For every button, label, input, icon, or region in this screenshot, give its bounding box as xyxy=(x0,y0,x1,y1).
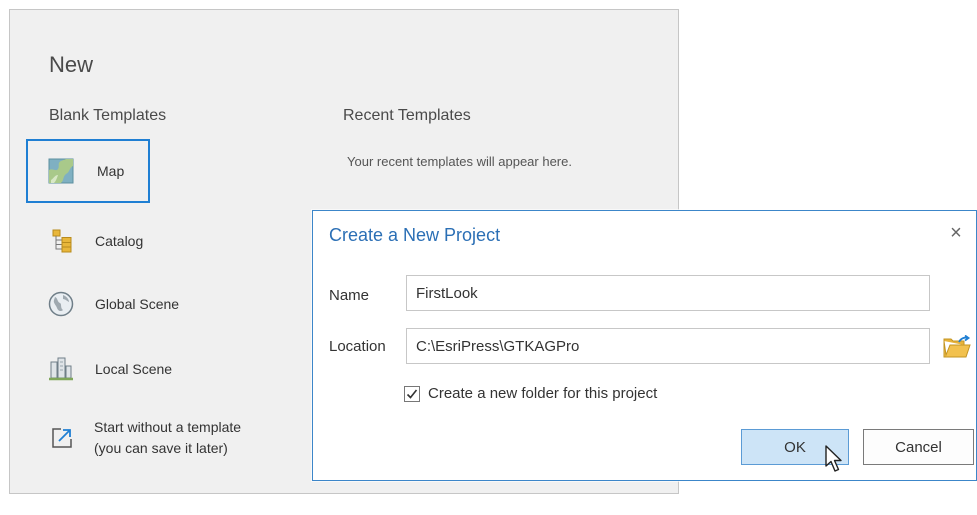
template-local-scene-label: Local Scene xyxy=(95,361,173,377)
location-field[interactable] xyxy=(406,328,930,364)
name-label: Name xyxy=(329,287,370,304)
cancel-button[interactable]: Cancel xyxy=(863,429,974,465)
checkmark-icon xyxy=(406,389,418,399)
create-folder-checkbox[interactable] xyxy=(404,385,420,402)
open-external-icon xyxy=(48,424,76,452)
close-icon[interactable]: × xyxy=(944,221,968,245)
template-catalog[interactable]: Catalog xyxy=(26,209,150,273)
template-map[interactable]: Map xyxy=(26,139,150,203)
create-folder-label: Create a new folder for this project xyxy=(428,385,658,402)
template-map-label: Map xyxy=(97,163,125,179)
ok-button[interactable]: OK xyxy=(741,429,849,465)
template-local-scene[interactable]: Local Scene xyxy=(26,337,172,401)
recent-templates-empty-message: Your recent templates will appear here. xyxy=(347,154,572,169)
template-global-scene-label: Global Scene xyxy=(95,296,180,312)
local-scene-icon xyxy=(47,355,75,383)
dialog-title: Create a New Project xyxy=(329,225,501,245)
panel-title: New xyxy=(49,52,94,77)
template-global-scene[interactable]: Global Scene xyxy=(26,272,179,336)
catalog-icon xyxy=(48,227,76,255)
globe-icon xyxy=(47,290,75,318)
template-catalog-label: Catalog xyxy=(95,233,144,249)
start-without-template[interactable]: Start without a template (you can save i… xyxy=(26,406,296,470)
blank-templates-heading: Blank Templates xyxy=(49,107,167,124)
create-folder-option[interactable]: Create a new folder for this project xyxy=(404,385,657,402)
start-label-line2: (you can save it later) xyxy=(94,440,228,456)
start-label-line1: Start without a template xyxy=(94,419,242,435)
name-field[interactable] xyxy=(406,275,930,311)
recent-templates-heading: Recent Templates xyxy=(343,107,471,124)
location-label: Location xyxy=(329,338,386,355)
browse-folder-icon[interactable] xyxy=(943,334,971,359)
map-icon xyxy=(47,157,75,185)
start-without-template-label: Start without a template (you can save i… xyxy=(94,417,241,459)
create-project-dialog: Create a New Project × Name Location Cre… xyxy=(312,210,977,481)
